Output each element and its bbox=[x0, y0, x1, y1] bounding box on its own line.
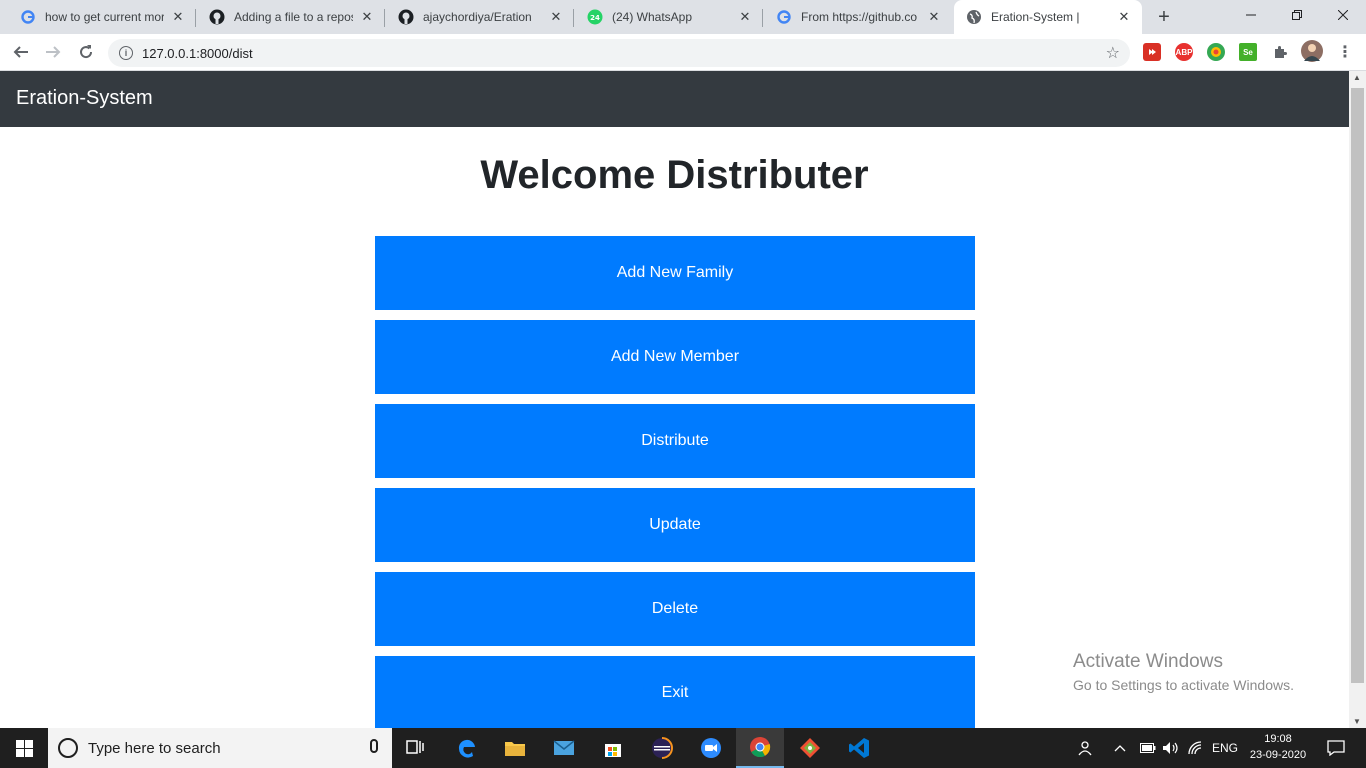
globe-icon bbox=[966, 9, 982, 25]
search-placeholder: Type here to search bbox=[88, 739, 221, 757]
eclipse-icon[interactable] bbox=[638, 728, 686, 768]
browser-toolbar: i 127.0.0.1:8000/dist ☆ ABP Se ⋮ bbox=[0, 34, 1366, 71]
adblock-label: ABP bbox=[1175, 47, 1193, 57]
edge-icon[interactable] bbox=[443, 728, 491, 768]
bookmark-star-icon[interactable]: ☆ bbox=[1106, 43, 1120, 63]
close-icon[interactable]: ✕ bbox=[926, 9, 942, 25]
browser-tab-4[interactable]: 24 (24) WhatsApp ✕ bbox=[575, 0, 763, 34]
address-bar[interactable]: i 127.0.0.1:8000/dist ☆ bbox=[108, 39, 1130, 67]
browser-tab-1[interactable]: how to get current mor ✕ bbox=[8, 0, 196, 34]
windows-taskbar: Type here to search ENG 19:08 23-09-2020 bbox=[0, 728, 1366, 768]
google-icon bbox=[20, 9, 36, 25]
file-explorer-icon[interactable] bbox=[491, 728, 539, 768]
navbar-brand[interactable]: Eration-System bbox=[16, 87, 153, 110]
tab-title: (24) WhatsApp bbox=[612, 10, 693, 24]
url-text[interactable]: 127.0.0.1:8000/dist bbox=[142, 46, 253, 61]
google-icon bbox=[776, 9, 792, 25]
activate-windows-watermark: Activate Windows Go to Settings to activ… bbox=[1073, 651, 1294, 693]
clock-date: 23-09-2020 bbox=[1249, 749, 1307, 761]
page-viewport: Eration-System Welcome Distributer Add N… bbox=[0, 71, 1349, 728]
selenium-icon[interactable]: Se bbox=[1239, 43, 1257, 61]
ext-red-icon[interactable] bbox=[1143, 43, 1161, 61]
tab-separator bbox=[762, 9, 763, 27]
github-icon bbox=[209, 9, 225, 25]
chrome-icon[interactable] bbox=[736, 728, 784, 768]
restore-button[interactable] bbox=[1274, 0, 1320, 30]
clock-time: 19:08 bbox=[1264, 733, 1292, 745]
tab-separator bbox=[195, 9, 196, 27]
ext-globe-icon[interactable] bbox=[1207, 43, 1225, 61]
tab-separator bbox=[573, 9, 574, 27]
close-window-button[interactable] bbox=[1320, 0, 1366, 30]
whatsapp-icon: 24 bbox=[587, 9, 603, 25]
watermark-title: Activate Windows bbox=[1073, 651, 1223, 672]
taskbar-clock[interactable]: 19:08 23-09-2020 bbox=[1248, 731, 1308, 763]
page-title: Welcome Distributer bbox=[480, 153, 869, 197]
store-icon[interactable] bbox=[589, 728, 637, 768]
task-view-icon[interactable] bbox=[392, 728, 440, 768]
new-tab-button[interactable]: + bbox=[1154, 6, 1174, 28]
zoom-icon[interactable] bbox=[687, 728, 735, 768]
minimize-button[interactable] bbox=[1228, 0, 1274, 30]
cortana-icon bbox=[58, 738, 78, 758]
browser-tab-6-active[interactable]: Eration-System | ✕ bbox=[954, 0, 1142, 34]
taskbar-search[interactable]: Type here to search bbox=[48, 728, 392, 768]
mail-icon[interactable] bbox=[540, 728, 588, 768]
windows-logo-icon bbox=[15, 739, 33, 757]
scroll-down-arrow-icon[interactable]: ▼ bbox=[1353, 717, 1361, 726]
tray-chevron-up-icon[interactable] bbox=[1114, 728, 1126, 768]
update-button[interactable]: Update bbox=[375, 488, 975, 562]
tab-title: Eration-System | bbox=[991, 10, 1080, 24]
close-icon[interactable]: ✕ bbox=[1116, 9, 1132, 25]
tab-title: Adding a file to a repos bbox=[234, 10, 353, 24]
navbar: Eration-System bbox=[0, 71, 1349, 127]
browser-tab-2[interactable]: Adding a file to a repos ✕ bbox=[197, 0, 385, 34]
wifi-icon[interactable] bbox=[1188, 728, 1204, 768]
chrome-menu-icon[interactable]: ⋮ bbox=[1336, 43, 1354, 61]
action-menu: Add New Family Add New Member Distribute… bbox=[375, 236, 975, 728]
close-icon[interactable]: ✕ bbox=[359, 9, 375, 25]
git-gui-icon[interactable] bbox=[786, 728, 834, 768]
delete-button[interactable]: Delete bbox=[375, 572, 975, 646]
tab-title: From https://github.co bbox=[801, 10, 918, 24]
tab-separator bbox=[384, 9, 385, 27]
exit-button[interactable]: Exit bbox=[375, 656, 975, 728]
watermark-subtitle: Go to Settings to activate Windows. bbox=[1073, 677, 1294, 693]
back-arrow-icon bbox=[13, 46, 28, 58]
tab-title: ajaychordiya/Eration bbox=[423, 10, 532, 24]
volume-icon[interactable] bbox=[1162, 728, 1180, 768]
forward-button[interactable] bbox=[41, 40, 65, 64]
close-icon[interactable]: ✕ bbox=[170, 9, 186, 25]
add-new-family-button[interactable]: Add New Family bbox=[375, 236, 975, 310]
scroll-up-arrow-icon[interactable]: ▲ bbox=[1353, 73, 1361, 82]
adblock-plus-icon[interactable]: ABP bbox=[1175, 43, 1193, 61]
page-scrollbar[interactable]: ▲ ▼ bbox=[1349, 71, 1366, 728]
microphone-icon[interactable] bbox=[370, 739, 378, 753]
start-button[interactable] bbox=[0, 728, 48, 768]
extensions-puzzle-icon[interactable] bbox=[1271, 43, 1289, 61]
people-icon[interactable] bbox=[1078, 728, 1096, 768]
info-icon[interactable]: i bbox=[119, 46, 133, 60]
selenium-label: Se bbox=[1243, 47, 1253, 57]
scroll-thumb[interactable] bbox=[1351, 88, 1364, 683]
distribute-button[interactable]: Distribute bbox=[375, 404, 975, 478]
github-icon bbox=[398, 9, 414, 25]
forward-arrow-icon bbox=[46, 46, 61, 58]
browser-tab-strip: how to get current mor ✕ Adding a file t… bbox=[0, 0, 1366, 34]
reload-button[interactable] bbox=[74, 40, 98, 64]
tab-title: how to get current mor bbox=[45, 10, 164, 24]
back-button[interactable] bbox=[9, 40, 33, 64]
close-icon[interactable]: ✕ bbox=[548, 9, 564, 25]
whatsapp-badge: 24 bbox=[590, 14, 600, 22]
notification-icon[interactable] bbox=[1316, 728, 1356, 768]
close-icon[interactable]: ✕ bbox=[737, 9, 753, 25]
language-indicator[interactable]: ENG bbox=[1212, 728, 1238, 768]
battery-icon[interactable] bbox=[1140, 728, 1156, 768]
profile-avatar[interactable] bbox=[1301, 40, 1323, 62]
vscode-icon[interactable] bbox=[835, 728, 883, 768]
reload-icon bbox=[80, 45, 93, 59]
browser-tab-3[interactable]: ajaychordiya/Eration ✕ bbox=[386, 0, 574, 34]
browser-tab-5[interactable]: From https://github.co ✕ bbox=[764, 0, 952, 34]
add-new-member-button[interactable]: Add New Member bbox=[375, 320, 975, 394]
